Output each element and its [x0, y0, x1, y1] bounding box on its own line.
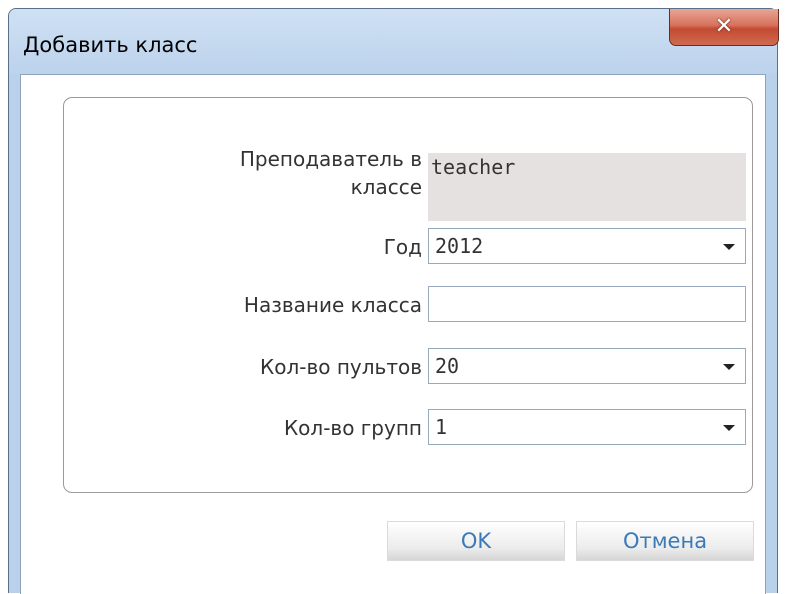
- close-icon: ✕: [714, 14, 734, 39]
- class-name-label: Название класса: [243, 293, 422, 317]
- cancel-button[interactable]: Отмена: [576, 521, 754, 561]
- year-select[interactable]: 2012: [428, 228, 746, 264]
- remotes-select[interactable]: 20: [428, 348, 746, 384]
- year-value: 2012: [435, 234, 484, 258]
- window-title: Добавить класс: [23, 33, 198, 57]
- cancel-button-label: Отмена: [622, 529, 708, 553]
- close-button[interactable]: ✕: [669, 9, 779, 46]
- form-groupbox: Преподаватель в классе teacher Год 2012 …: [63, 97, 753, 493]
- remotes-label: Кол-во пультов: [260, 355, 422, 379]
- ok-button-label: OK: [460, 529, 492, 553]
- groups-value: 1: [435, 415, 448, 439]
- chevron-down-icon[interactable]: [723, 425, 735, 431]
- groups-select[interactable]: 1: [428, 409, 746, 445]
- chevron-down-icon[interactable]: [723, 244, 735, 250]
- year-label: Год: [383, 235, 422, 259]
- teacher-label: Преподаватель в классе: [240, 145, 422, 201]
- remotes-value: 20: [435, 354, 460, 378]
- dialog-window: Добавить класс ✕ Преподаватель в классе …: [8, 8, 779, 594]
- chevron-down-icon[interactable]: [723, 364, 735, 370]
- groups-label: Кол-во групп: [283, 416, 422, 440]
- title-bar[interactable]: Добавить класс: [9, 9, 777, 74]
- teacher-label-line1: Преподаватель в: [239, 147, 422, 171]
- ok-button[interactable]: OK: [387, 521, 565, 561]
- dialog-content: Преподаватель в классе teacher Год 2012 …: [20, 74, 766, 594]
- class-name-input[interactable]: [428, 286, 746, 322]
- teacher-field: teacher: [428, 153, 746, 221]
- teacher-value: teacher: [431, 155, 516, 179]
- teacher-label-line2: классе: [350, 175, 422, 199]
